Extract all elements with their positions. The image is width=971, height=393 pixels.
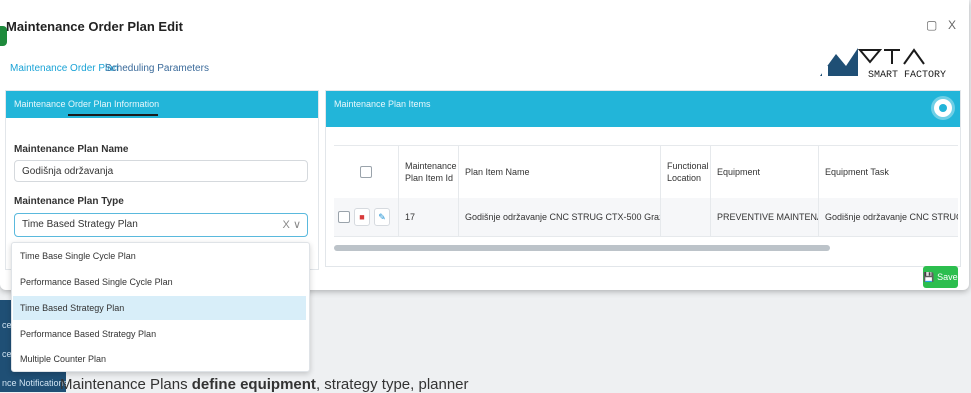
row-actions: ■ ✎ — [334, 198, 398, 236]
plan-name-input[interactable]: Godišnja održavanja — [14, 160, 308, 182]
expand-icon[interactable]: ▢ — [926, 18, 937, 32]
plan-type-dropdown: Time Base Single Cycle Plan Performance … — [11, 242, 310, 372]
cell-equipment: PREVENTIVE MAINTENANCE — [710, 198, 818, 236]
plan-items-title: Maintenance Plan Items — [334, 99, 431, 109]
edit-icon[interactable]: ✎ — [374, 208, 390, 226]
select-all-checkbox[interactable] — [360, 166, 372, 178]
column-header: Functional Location — [660, 146, 710, 198]
column-header: Equipment — [710, 146, 818, 198]
background-sidebar-item: nce Notifications — [2, 378, 66, 388]
dropdown-option[interactable]: Time Base Single Cycle Plan — [13, 244, 306, 268]
column-header: Plan Item Name — [458, 146, 660, 198]
background-text-part: Maintenance Plans — [60, 376, 192, 393]
save-button[interactable]: 💾 Save — [923, 266, 958, 288]
modal-title: Maintenance Order Plan Edit — [6, 19, 183, 34]
table-row[interactable]: ■ ✎ 17 Godišnje održavanje CNC STRUG CTX… — [334, 198, 958, 237]
plan-type-value: Time Based Strategy Plan — [22, 219, 138, 230]
cell-item-name: Godišnje održavanje CNC STRUG CTX-500 Gr… — [458, 198, 660, 236]
header-underline — [68, 114, 158, 116]
delete-icon[interactable]: ■ — [354, 208, 370, 226]
background-text-bold: define equipment — [191, 376, 316, 393]
table-header-row: Maintenance Plan Item Id Plan Item Name … — [334, 145, 958, 199]
cell-functional-location — [660, 198, 710, 236]
save-button-label: Save — [937, 272, 958, 282]
plan-type-select[interactable]: Time Based Strategy Plan X ∨ — [14, 213, 308, 237]
column-header: Maintenance Plan Item Id — [398, 146, 458, 198]
order-plan-information-header: Maintenance Order Plan Information — [6, 91, 318, 118]
meta-logo: SMART FACTORY — [820, 48, 950, 81]
dropdown-option-selected[interactable]: Time Based Strategy Plan — [13, 296, 306, 320]
order-plan-information-title: Maintenance Order Plan Information — [14, 99, 160, 109]
tab-scheduling-parameters[interactable]: Scheduling Parameters — [105, 63, 209, 74]
plan-type-label: Maintenance Plan Type — [14, 196, 124, 207]
row-checkbox[interactable] — [338, 211, 350, 223]
header-select-all[interactable] — [334, 146, 398, 198]
plan-name-label: Maintenance Plan Name — [14, 144, 129, 155]
column-header: Equipment Task — [818, 146, 958, 198]
background-text-part: , strategy type, planner — [315, 376, 469, 393]
cell-item-id: 17 — [398, 198, 458, 236]
logo-subtitle: SMART FACTORY — [868, 70, 946, 81]
horizontal-scrollbar[interactable] — [334, 245, 830, 251]
dropdown-option[interactable]: Multiple Counter Plan — [13, 347, 306, 371]
plan-items-header: Maintenance Plan Items — [326, 91, 960, 127]
plan-items-panel: Maintenance Plan Items Maintenance Plan … — [325, 90, 961, 267]
tab-maintenance-order-plan[interactable]: Maintenance Order Plan — [10, 63, 118, 74]
close-icon[interactable]: X — [948, 18, 956, 32]
add-item-button[interactable] — [934, 99, 952, 117]
dropdown-option[interactable]: Performance Based Strategy Plan — [13, 322, 306, 346]
clear-and-chevron-icon[interactable]: X ∨ — [283, 214, 301, 236]
background-text: Maintenance Plans define equipment, stra… — [60, 376, 469, 393]
dropdown-option[interactable]: Performance Based Single Cycle Plan — [13, 270, 306, 294]
cell-equipment-task: Godišnje održavanje CNC STRUG CTX-5( — [818, 198, 958, 236]
